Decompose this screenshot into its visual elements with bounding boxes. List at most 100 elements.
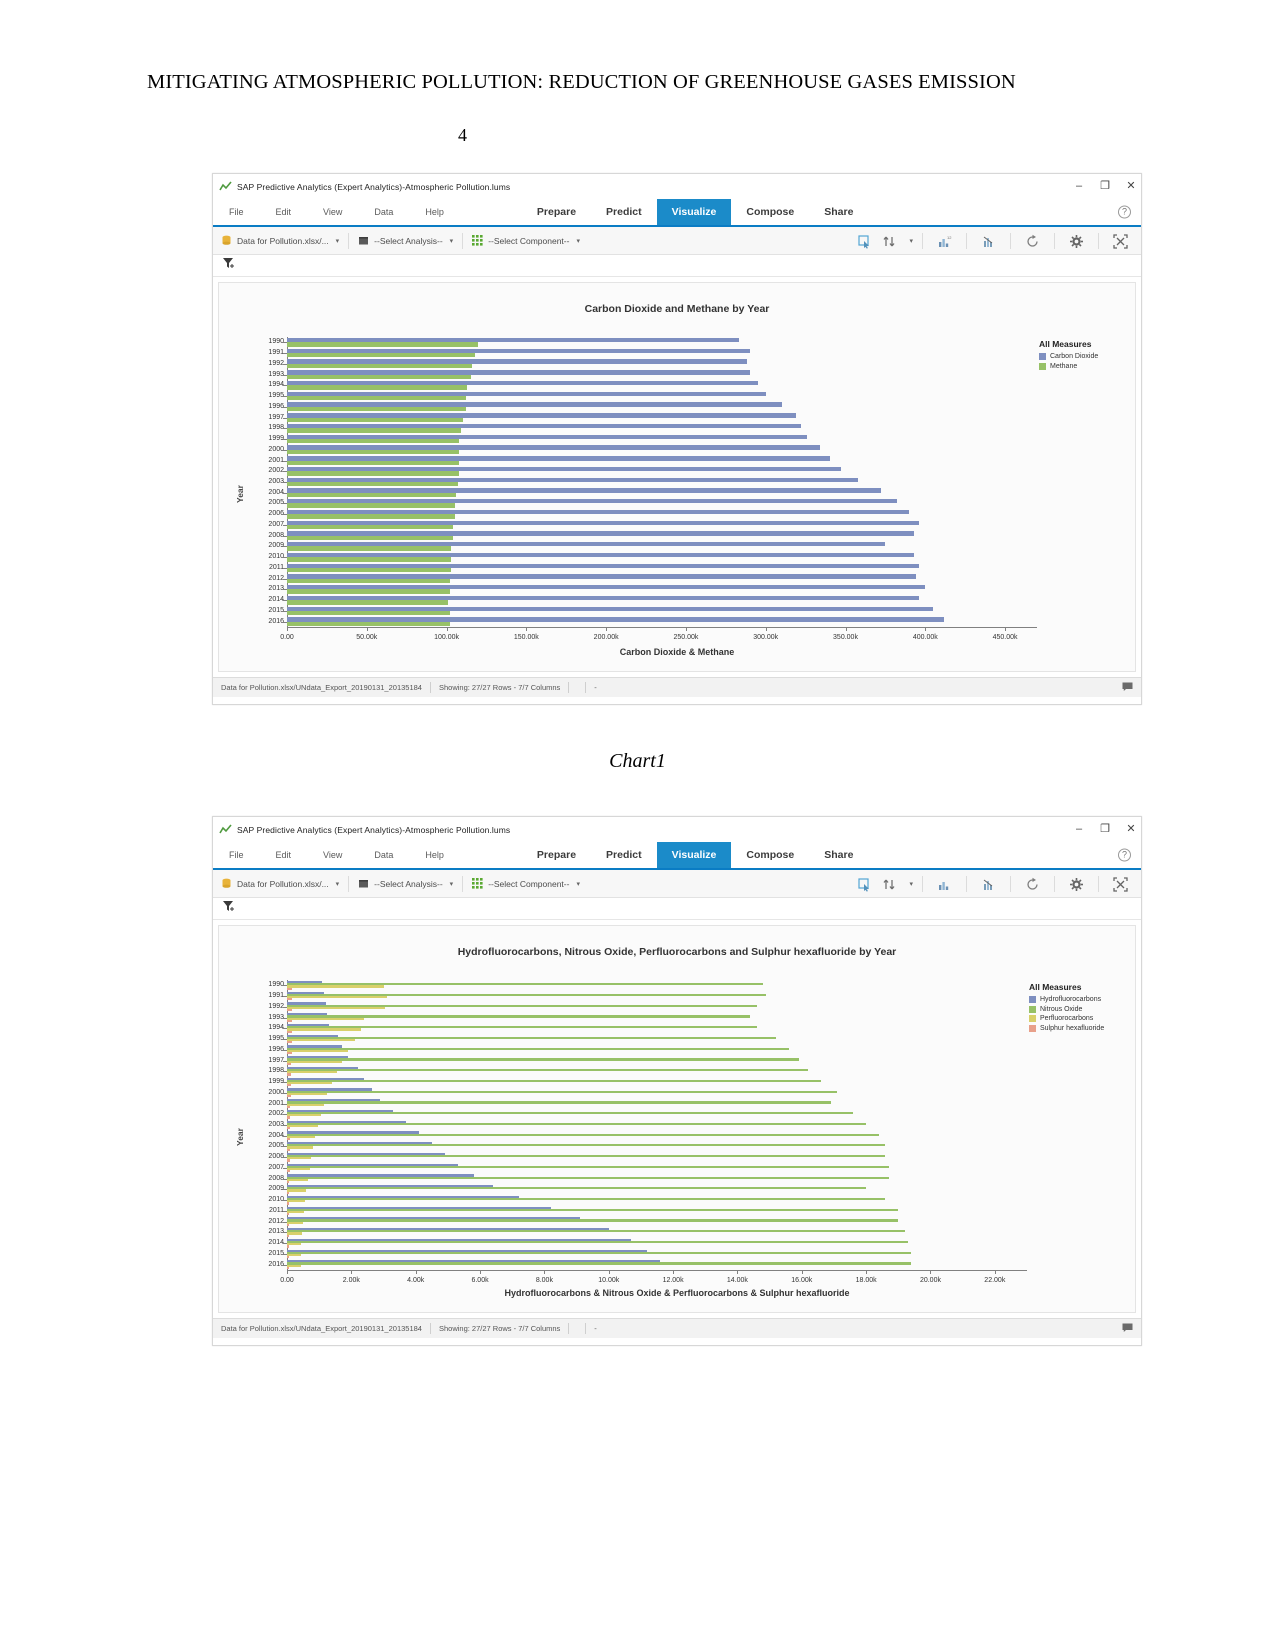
component-grid-icon (472, 235, 483, 246)
menu-item-view[interactable]: View (307, 199, 358, 225)
tab-visualize[interactable]: Visualize (656, 842, 732, 868)
menu-item-edit[interactable]: Edit (260, 842, 308, 868)
legend-label: Hydrofluorocarbons (1040, 996, 1102, 1003)
maximize-button[interactable]: ❐ (1099, 824, 1111, 835)
tab-predict[interactable]: Predict (591, 199, 657, 225)
component-selector[interactable]: --Select Component-- ▾ (472, 235, 580, 246)
tab-visualize[interactable]: Visualize (656, 199, 732, 225)
tab-prepare[interactable]: Prepare (522, 199, 591, 225)
y-tick-label: 1995 (268, 1035, 284, 1043)
toolbar-right-icons: ▾ (852, 870, 1133, 898)
filter-add-icon[interactable] (222, 257, 235, 275)
y-tick-label: 2014 (268, 1239, 284, 1247)
chevron-down-icon[interactable]: ▾ (336, 237, 340, 245)
legend-item[interactable]: Hydrofluorocarbons (1029, 996, 1104, 1003)
maximize-button[interactable]: ❐ (1099, 181, 1111, 192)
toolbar-divider (1098, 876, 1099, 892)
chart-scatter-icon[interactable] (981, 877, 996, 892)
chevron-down-icon[interactable]: ▾ (576, 880, 580, 888)
tab-share[interactable]: Share (809, 199, 868, 225)
y-tick-label: 2001 (268, 456, 284, 464)
analysis-selector[interactable]: --Select Analysis-- ▾ (358, 878, 453, 889)
analysis-selector[interactable]: --Select Analysis-- ▾ (358, 235, 453, 246)
status-divider (568, 682, 570, 693)
toolbar-divider (1010, 876, 1011, 892)
menu-item-help[interactable]: Help (409, 842, 460, 868)
menu-item-edit[interactable]: Edit (260, 199, 308, 225)
tab-compose[interactable]: Compose (731, 842, 809, 868)
bar-sulphur-hexafluoride-2008 (287, 1180, 290, 1184)
refresh-icon[interactable] (1025, 877, 1040, 892)
chart-bar-icon[interactable] (937, 877, 952, 892)
chevron-down-icon[interactable]: ▾ (909, 880, 913, 888)
fullscreen-icon[interactable] (1113, 233, 1128, 249)
legend-item[interactable]: Sulphur hexafluoride (1029, 1024, 1104, 1032)
menu-item-file[interactable]: File (213, 199, 260, 225)
window-controls[interactable]: – ❐ ✕ (1073, 174, 1137, 199)
legend-title-2: All Measures (1029, 982, 1082, 992)
y-tick-label: 1991 (268, 992, 284, 1000)
x-tick-mark (544, 1270, 546, 1274)
legend-label: Carbon Dioxide (1050, 353, 1099, 360)
toolbar: Data for Pollution.xlsx/... ▾ --Select A… (213, 227, 1141, 255)
bar-nitrous-oxide-2003 (287, 1122, 867, 1125)
help-icon[interactable]: ? (1118, 205, 1131, 219)
legend-item[interactable]: Carbon Dioxide (1039, 353, 1098, 360)
refresh-icon[interactable] (1025, 234, 1040, 249)
toolbar-divider (348, 875, 350, 892)
tab-compose[interactable]: Compose (731, 199, 809, 225)
component-selector[interactable]: --Select Component-- ▾ (472, 878, 580, 889)
window-controls[interactable]: – ❐ ✕ (1073, 817, 1137, 842)
bar-sulphur-hexafluoride-1995 (287, 1041, 292, 1044)
tab-predict[interactable]: Predict (591, 842, 657, 868)
legend-item[interactable]: Nitrous Oxide (1029, 1005, 1104, 1013)
chevron-down-icon[interactable]: ▾ (450, 880, 454, 888)
bar-perfluorocarbons-2015 (287, 1253, 301, 1257)
minimize-button[interactable]: – (1073, 181, 1085, 192)
gear-icon[interactable] (1069, 877, 1084, 892)
close-button[interactable]: ✕ (1125, 181, 1137, 192)
dataset-selector[interactable]: Data for Pollution.xlsx/... ▾ (221, 235, 339, 246)
minimize-button[interactable]: – (1073, 824, 1085, 835)
bar-sulphur-hexafluoride-2014 (287, 1245, 289, 1248)
menu-item-view[interactable]: View (307, 842, 358, 868)
y-tick-label: 2007 (268, 1163, 284, 1171)
chart-canvas-2: Hydrofluorocarbons, Nitrous Oxide, Perfl… (218, 925, 1136, 1313)
legend-item[interactable]: Methane (1039, 362, 1098, 370)
gear-icon[interactable] (1069, 234, 1084, 249)
filter-add-icon[interactable] (222, 900, 235, 918)
sort-icon[interactable] (882, 234, 897, 249)
dataset-selector[interactable]: Data for Pollution.xlsx/... ▾ (221, 878, 339, 889)
tab-prepare[interactable]: Prepare (522, 842, 591, 868)
legend-item[interactable]: Perfluorocarbons (1029, 1015, 1104, 1022)
close-button[interactable]: ✕ (1125, 824, 1137, 835)
y-tick-label: 1999 (268, 435, 284, 443)
menu-item-data[interactable]: Data (358, 199, 409, 225)
menu-item-help[interactable]: Help (409, 199, 460, 225)
chevron-down-icon[interactable]: ▾ (909, 237, 913, 245)
x-axis-line (287, 1270, 1027, 1271)
x-tick-mark (930, 1270, 932, 1274)
tab-share[interactable]: Share (809, 842, 868, 868)
menu-item-data[interactable]: Data (358, 842, 409, 868)
comment-icon[interactable] (1122, 679, 1133, 697)
help-icon[interactable]: ? (1118, 848, 1131, 862)
comment-icon[interactable] (1122, 1320, 1133, 1338)
sort-icon[interactable] (882, 877, 897, 892)
menu-bar: File Edit View Data Help Prepare Predict… (213, 842, 1141, 870)
fullscreen-icon[interactable] (1113, 876, 1128, 892)
status-rows: Showing: 27/27 Rows - 7/7 Columns (438, 1324, 561, 1333)
bar-nitrous-oxide-1997 (287, 1058, 799, 1061)
bar-perfluorocarbons-1993 (287, 1017, 365, 1020)
chart-bar-icon[interactable]: 12 (937, 234, 952, 249)
bar-perfluorocarbons-1994 (287, 1028, 361, 1031)
menu-item-file[interactable]: File (213, 842, 260, 868)
chart-scatter-icon[interactable] (981, 234, 996, 249)
chevron-down-icon[interactable]: ▾ (336, 880, 340, 888)
select-tool-icon[interactable] (857, 877, 872, 892)
bar-methane-1995 (287, 396, 466, 401)
chevron-down-icon[interactable]: ▾ (576, 237, 580, 245)
select-tool-icon[interactable] (857, 234, 872, 249)
bar-sulphur-hexafluoride-2016 (287, 1266, 289, 1269)
chevron-down-icon[interactable]: ▾ (450, 237, 454, 245)
